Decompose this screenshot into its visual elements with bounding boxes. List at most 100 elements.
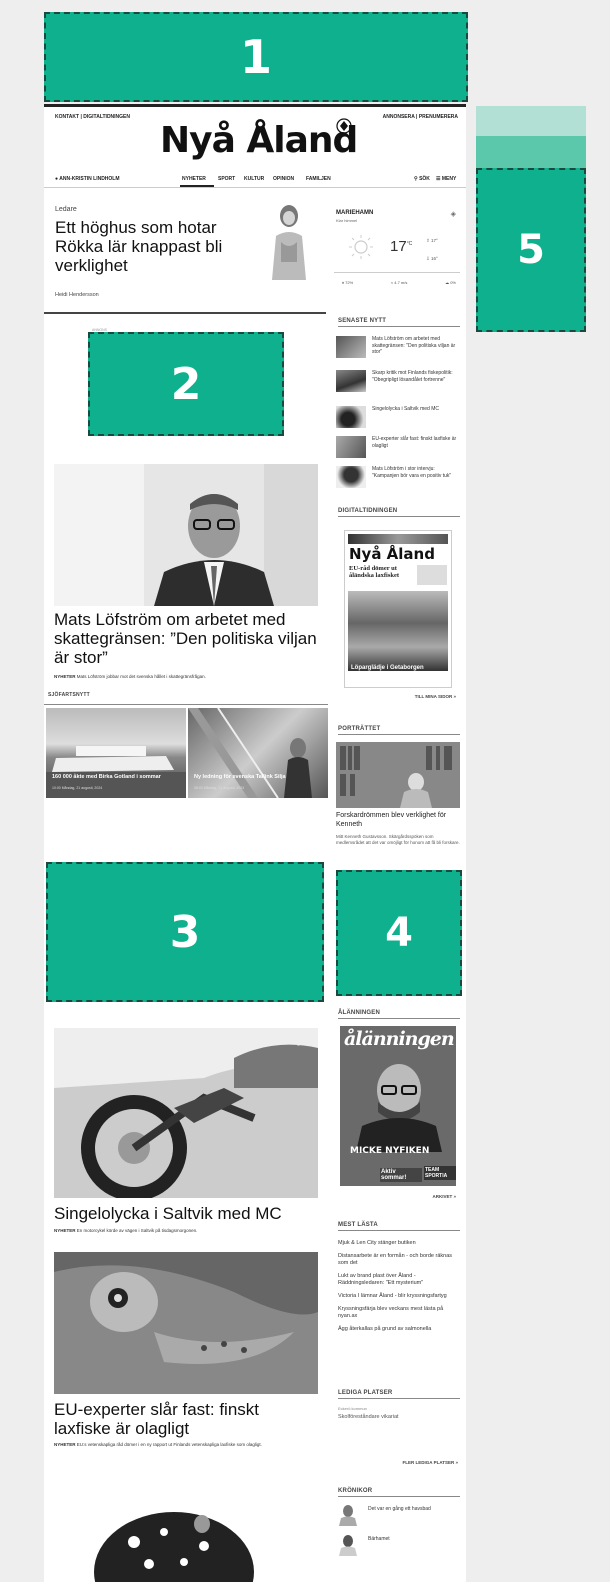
senaste-item-text: Singelolycka i Saltvik med MC	[372, 406, 439, 412]
mest-item[interactable]: Lukt av brand plast över Åland - Räddnin…	[338, 1273, 458, 1287]
ad-slot-5[interactable]: 5	[476, 168, 586, 332]
senaste-item[interactable]: Mats Löfström om arbetet med skattegräns…	[336, 336, 462, 364]
kronikor-rule	[338, 1496, 460, 1497]
senaste-thumb	[336, 336, 366, 358]
senaste-item[interactable]: Singelolycka i Saltvik med MC	[336, 406, 462, 434]
search-button[interactable]: ⚲ SÖK	[414, 176, 430, 182]
nav-divider	[44, 187, 466, 188]
user-link[interactable]: ● ANN-KRISTIN LINDHOLM	[55, 176, 120, 182]
nav-nyheter[interactable]: NYHETER	[182, 176, 206, 182]
temp-value: 17	[390, 238, 407, 255]
story2-photo[interactable]: Nya	[54, 1028, 318, 1198]
story3-meta: NYHETER EU:s vetenskapliga råd dömer i e…	[54, 1442, 324, 1448]
senaste-item[interactable]: Skarp kritik mot Finlands fiskepolitik: …	[336, 370, 462, 398]
nav-sport[interactable]: SPORT	[218, 176, 235, 182]
mest-item[interactable]: Mjuk & Len City stänger butiken	[338, 1240, 458, 1247]
ad-slot-3[interactable]: 3	[46, 862, 324, 1002]
menu-icon: ☰	[436, 176, 441, 182]
main-story-title[interactable]: Mats Löfström om arbetet med skattegräns…	[54, 610, 324, 667]
senaste-thumb	[336, 436, 366, 458]
weather-high: ⇧ 17°	[426, 238, 438, 243]
high-value: 17°	[431, 238, 438, 243]
lediga-job[interactable]: Skolföreståndare vikariat	[338, 1414, 399, 1420]
sjofart-card[interactable]: 160 000 åkte med Birka Gotland i sommar …	[46, 708, 186, 798]
sjofart-card[interactable]: Ny ledning för svenska Tallink Silja 08:…	[188, 708, 328, 798]
ad-slot-4[interactable]: 4	[336, 870, 462, 996]
cover-name: MICKE NYFIKEN	[350, 1146, 430, 1156]
fler-lediga-link[interactable]: FLER LEDIGA PLATSER »	[402, 1460, 458, 1465]
nav-opinion[interactable]: OPINION	[273, 176, 294, 182]
weather-low: ⇩ 16°	[426, 256, 438, 261]
site-logo[interactable]: Nyå Åland	[160, 120, 358, 161]
kronika-item[interactable]: Bärhamet	[338, 1534, 460, 1558]
paper-photo	[348, 591, 448, 671]
mest-rule	[338, 1230, 460, 1231]
motorcycle-photo	[54, 1028, 318, 1198]
story2-title[interactable]: Singelolycka i Saltvik med MC	[54, 1204, 334, 1223]
mina-sidor-link[interactable]: TILL MINA SIDOR »	[415, 694, 456, 699]
terminal-photo	[188, 708, 312, 798]
politician-photo	[54, 464, 318, 606]
senaste-item[interactable]: Mats Löfström i stor intervju: "Kampanje…	[336, 466, 462, 494]
rain-stat: ☁ 0%	[445, 280, 456, 285]
ad-label: 3	[169, 906, 201, 958]
senaste-thumb	[336, 406, 366, 428]
leader-title: Ett höghus som hotar Rökka lär knappast …	[55, 218, 223, 275]
story3-title[interactable]: EU-experter slår fast: finskt laxfiske ä…	[54, 1400, 314, 1438]
sjofart-rule	[44, 704, 328, 705]
story2-watermark: Nya	[286, 1032, 312, 1046]
mest-item[interactable]: Kryssningsfärja blev veckans mest lästa …	[338, 1306, 458, 1320]
top-right-links[interactable]: ANNONSERA | PRENUMERERA	[383, 114, 458, 120]
location-icon[interactable]: ◈	[451, 210, 456, 218]
mest-title: MEST LÄSTA	[338, 1222, 378, 1228]
user-name: ANN-KRISTIN LINDHOLM	[59, 176, 120, 182]
ad-label: 2	[170, 358, 202, 410]
mest-list: Mjuk & Len City stänger butiken Distansa…	[338, 1240, 458, 1339]
story3-lead: EU:s vetenskapliga råd dömer i en ny rap…	[76, 1442, 262, 1447]
sjofart-title: SJÖFARTSNYTT	[48, 692, 90, 698]
leader-author: Heidi Hendersson	[55, 292, 99, 298]
nav-kultur[interactable]: KULTUR	[244, 176, 264, 182]
columnist-avatar	[339, 1505, 357, 1526]
ad-label: 1	[239, 30, 272, 84]
senaste-item-text: EU-experter slår fast: finskt laxfiske ä…	[372, 436, 457, 449]
story2-lead: En motorcykel körde av vägen i Saltvik p…	[76, 1228, 198, 1233]
senaste-rule	[338, 326, 460, 327]
cloud-icon: ☁	[445, 280, 450, 285]
alanningen-cover[interactable]: ålänningen MICKE NYFIKEN Aktiv sommar! T…	[340, 1026, 456, 1186]
mest-item[interactable]: Victoria I lämnar Åland - blir kryssning…	[338, 1293, 458, 1300]
nav-familjen[interactable]: FAMILJEN	[306, 176, 331, 182]
arkivet-link[interactable]: ARKIVET »	[432, 1194, 456, 1199]
wind-icon: ≈	[390, 280, 394, 285]
paper-logo: Nyå Åland	[349, 545, 435, 563]
lediga-title: LEDIGA PLATSER	[338, 1390, 393, 1396]
weather-stats: ♦ 72% ≈ 4.7 m/s ☁ 0%	[342, 280, 456, 285]
lediga-employer: Eckerö kommun	[338, 1406, 367, 1411]
mest-item[interactable]: Ägg återkallas på grund av salmonella	[338, 1326, 458, 1333]
ad-slot-2[interactable]: 2	[88, 332, 284, 436]
senaste-item-text: Mats Löfström i stor intervju: "Kampanje…	[372, 466, 452, 479]
leader-card[interactable]: Ledare Ett höghus som hotar Rökka lär kn…	[44, 194, 326, 314]
weather-temp: 17°C	[390, 238, 412, 255]
digital-paper-cover[interactable]: Nyå Åland EU-råd dömer ut åländska laxfi…	[344, 530, 452, 688]
senaste-thumb	[336, 466, 366, 488]
senaste-title: SENASTE NYTT	[338, 318, 387, 324]
library-photo	[336, 742, 460, 808]
story3-photo[interactable]	[54, 1252, 318, 1394]
mest-item[interactable]: Distansarbete är en formån - och borde r…	[338, 1253, 458, 1267]
paper-top-strip	[348, 534, 448, 544]
portratt-photo[interactable]	[336, 742, 460, 808]
main-story-photo[interactable]	[54, 464, 318, 606]
main-story-lead: Mats Löfström jobbar mot det svenska hål…	[76, 674, 206, 679]
search-icon: ⚲	[414, 176, 418, 182]
kronika-item[interactable]: Det var en gång ett havsbad	[338, 1504, 460, 1528]
mag-title: ålänningen	[344, 1028, 455, 1050]
humidity-stat: ♦ 72%	[342, 280, 353, 285]
sjofart-card-title: 160 000 åkte med Birka Gotland i sommar	[52, 774, 161, 780]
senaste-item[interactable]: EU-experter slår fast: finskt laxfiske ä…	[336, 436, 462, 464]
top-left-links[interactable]: KONTAKT | DIGITALTIDNINGEN	[55, 114, 130, 120]
story4-photo[interactable]	[54, 1482, 318, 1582]
portratt-headline[interactable]: Forskardrömmen blev verklighet för Kenne…	[336, 812, 460, 829]
ad-slot-1[interactable]: 1	[44, 12, 468, 102]
menu-button[interactable]: ☰ MENY	[436, 176, 456, 182]
